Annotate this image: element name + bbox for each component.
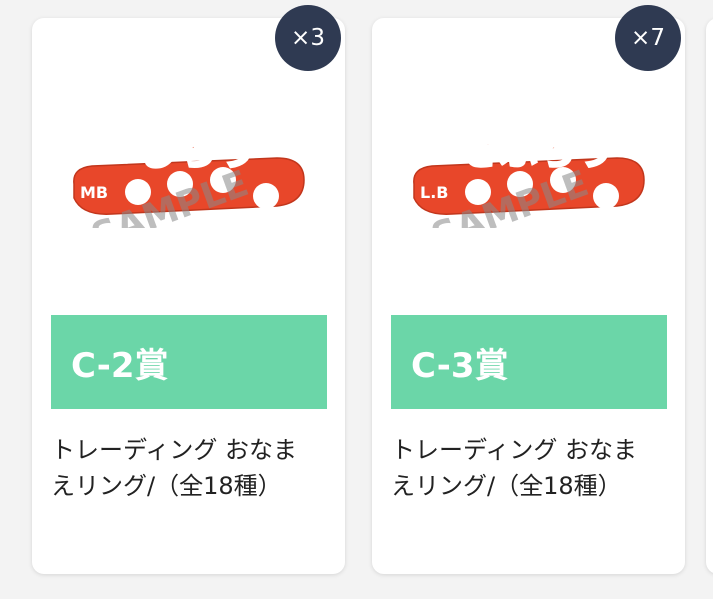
- next-prize-card[interactable]: [706, 18, 713, 574]
- prize-rank-banner: C-2賞: [51, 315, 327, 409]
- svg-text:L.B: L.B: [420, 183, 448, 202]
- prize-title: トレーディング おなまえリング/（全18種）: [51, 436, 297, 500]
- svg-text:さぶろう: さぶろう: [462, 129, 614, 173]
- prize-card[interactable]: ×7 さぶろう L.B SAMPLE C-3賞 トレーディング おなまえリング/…: [372, 5, 685, 574]
- quantity-badge: ×7: [615, 5, 681, 71]
- prize-title: トレーディング おなまえリング/（全18種）: [391, 436, 637, 500]
- name-ring-image: じろう MB SAMPLE: [73, 127, 305, 228]
- svg-text:MB: MB: [80, 183, 108, 202]
- prize-card[interactable]: ×3 じろう MB SAMPLE C-2賞 トレーディング おなまえリング/（全…: [32, 5, 345, 574]
- prize-rank-banner: C-3賞: [391, 315, 667, 409]
- name-ring-image: さぶろう L.B SAMPLE: [413, 128, 645, 228]
- quantity-badge: ×3: [275, 5, 341, 71]
